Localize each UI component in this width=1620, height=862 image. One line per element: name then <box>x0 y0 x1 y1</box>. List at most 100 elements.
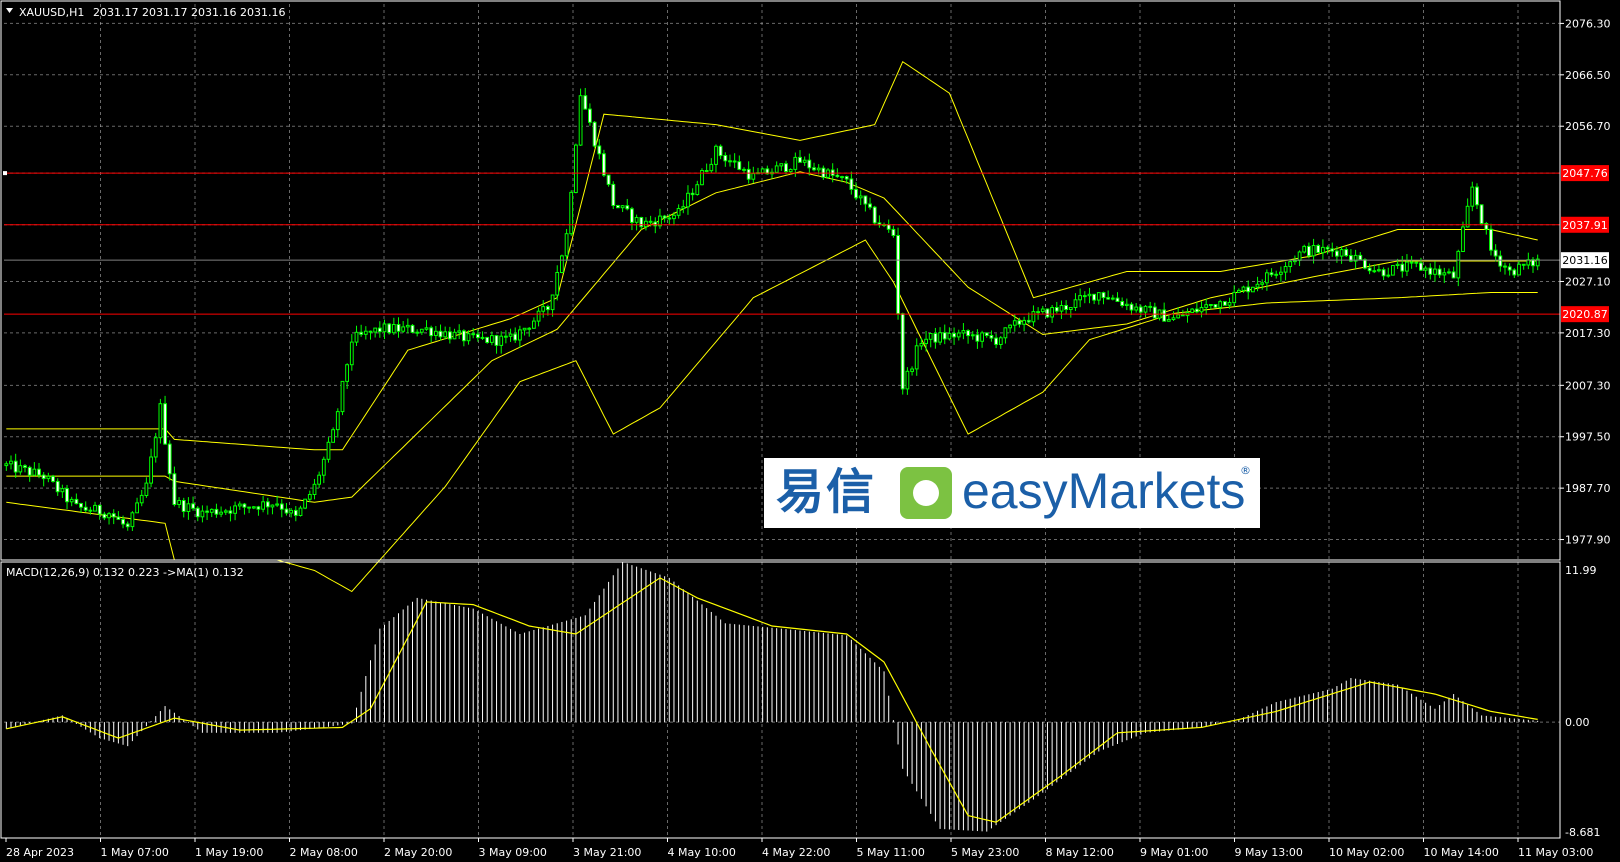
candle-body <box>807 159 812 169</box>
candle-body <box>1120 301 1125 306</box>
candle-body <box>494 335 499 346</box>
candle-body <box>205 510 209 513</box>
candle-body <box>592 121 597 147</box>
ohlc-label: 2031.17 2031.17 2031.16 2031.16 <box>93 6 285 19</box>
candle-body <box>279 503 284 510</box>
candle-body <box>966 330 971 337</box>
candle-body <box>560 255 564 273</box>
candle-body <box>345 364 350 382</box>
easymarkets-logo: 易信 easyMarkets ® <box>764 458 1260 528</box>
candle-body <box>970 334 975 337</box>
candle-body <box>578 95 583 146</box>
candle-body <box>1059 305 1064 312</box>
candle-body <box>1251 286 1255 293</box>
candle-body <box>1479 204 1484 225</box>
candle-body <box>625 205 630 210</box>
candle-body <box>648 220 653 223</box>
time-tick-label: 4 May 10:00 <box>668 846 736 859</box>
candle-body <box>214 508 219 515</box>
time-tick-label: 11 May 03:00 <box>1518 846 1593 859</box>
candle-body <box>391 324 396 334</box>
candle-body <box>125 523 130 528</box>
candle-body <box>265 501 270 508</box>
candle-body <box>1428 267 1433 275</box>
candle-body <box>107 513 111 519</box>
candle-body <box>377 327 382 333</box>
candle-body <box>1003 327 1008 339</box>
candle-body <box>1246 286 1251 293</box>
candle-body <box>1218 301 1223 308</box>
candle-body <box>518 329 522 341</box>
candle-body <box>1232 291 1237 304</box>
candle-body <box>102 513 107 519</box>
candle-body <box>405 324 410 328</box>
candle-body <box>844 176 849 180</box>
logo-mark-icon <box>900 467 952 519</box>
candle-body <box>1096 292 1101 301</box>
candle-body <box>326 441 331 460</box>
candle-body <box>555 272 560 296</box>
candle-body <box>1237 289 1241 293</box>
candle-body <box>984 332 989 336</box>
candle-body <box>83 506 88 511</box>
candle-body <box>382 323 387 333</box>
candle-body <box>1087 293 1092 297</box>
candle-body <box>1204 304 1209 308</box>
candle-body <box>1405 261 1409 272</box>
candle-body <box>1363 259 1367 269</box>
macd-tick-label: -8.681 <box>1565 826 1600 839</box>
price-tick-label: 2066.50 <box>1565 69 1611 82</box>
candle-body <box>1082 295 1087 298</box>
time-tick-label: 2 May 08:00 <box>290 846 358 859</box>
candle-body <box>9 460 13 465</box>
candle-body <box>1176 314 1181 319</box>
candle-body <box>1325 246 1330 250</box>
candle-body <box>23 465 27 468</box>
candle-body <box>1078 295 1082 301</box>
candle-body <box>1213 304 1218 308</box>
candle-body <box>891 228 896 236</box>
candle-body <box>32 468 37 476</box>
level-label: 2047.76 <box>1562 167 1608 180</box>
candle-body <box>784 163 788 172</box>
candle-body <box>1190 308 1195 314</box>
candle-body <box>574 144 578 194</box>
candle-body <box>1433 268 1437 275</box>
candle-body <box>354 331 359 343</box>
time-tick-label: 1 May 19:00 <box>195 846 263 859</box>
candle-body <box>1209 304 1213 306</box>
candle-body <box>508 333 513 337</box>
candle-body <box>135 502 139 514</box>
candle-body <box>536 310 541 322</box>
candle-body <box>130 512 135 528</box>
candle-body <box>443 331 448 338</box>
candle-body <box>709 163 714 172</box>
candle-body <box>1391 265 1395 276</box>
candle-body <box>1115 297 1120 303</box>
candle-body <box>1442 272 1447 276</box>
candle-body <box>1166 319 1171 322</box>
candle-body <box>961 330 966 334</box>
chart-window[interactable]: 2047.76 2037.91 2020.87 2031.16 2076.30 2066… <box>0 0 1620 862</box>
candle-body <box>139 494 144 504</box>
candle-body <box>690 192 695 196</box>
price-tick-label: 2017.30 <box>1565 327 1611 340</box>
candle-body <box>1008 324 1013 329</box>
candle-body <box>270 504 275 508</box>
candle-body <box>1110 297 1115 300</box>
candle-body <box>1134 306 1139 311</box>
candle-body <box>41 474 46 480</box>
candle-body <box>1311 245 1316 257</box>
candle-body <box>284 508 289 514</box>
candle-body <box>910 368 915 372</box>
price-tick-label: 2076.30 <box>1565 17 1611 30</box>
candle-body <box>88 509 93 512</box>
time-tick-label: 8 May 12:00 <box>1046 846 1114 859</box>
price-tick-label: 2007.30 <box>1565 379 1611 392</box>
candle-body <box>307 494 312 500</box>
candle-body <box>513 333 518 341</box>
candle-body <box>1279 271 1283 275</box>
candle-body <box>826 169 830 178</box>
candle-body <box>60 488 65 493</box>
candle-body <box>1297 251 1302 261</box>
